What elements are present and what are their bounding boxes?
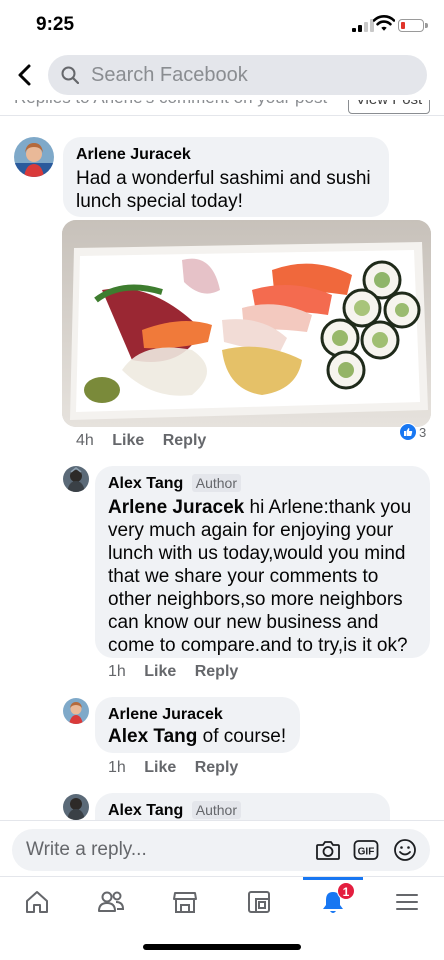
avatar[interactable] [63,466,89,492]
reply-field[interactable]: GIF [12,829,430,871]
comment-header: Alex Tang Author [108,801,241,820]
author-badge: Author [191,801,241,819]
notification-badge: 1 [337,882,355,900]
like-button[interactable]: Like [144,759,176,776]
like-reaction-icon [399,423,417,441]
tab-home[interactable] [7,877,67,927]
avatar[interactable] [14,137,54,177]
reply-input[interactable] [26,829,306,871]
comment-time: 1h [108,663,126,680]
view-post-button[interactable]: View Post [348,100,430,114]
comment-bubble[interactable]: Arlene Juracek Alex Tang of course! [95,697,300,753]
emoji-icon[interactable] [392,838,418,862]
signal-icon [352,19,374,32]
wifi-icon [373,15,395,31]
svg-text:GIF: GIF [358,847,375,858]
menu-icon [396,894,418,910]
comment-bubble[interactable]: Alex Tang Author Arlene Juracek hi Arlen… [95,466,430,658]
comment-author[interactable]: Alex Tang [108,802,183,819]
reply-composer: GIF [0,820,444,876]
comment-bubble[interactable]: Alex Tang Author [95,793,390,820]
reaction-summary[interactable]: 3 [399,422,426,442]
mention-link[interactable]: Arlene Juracek [108,497,244,518]
avatar[interactable] [63,698,89,724]
comment-text: Arlene Juracek hi Arlene:thank you very … [108,497,412,656]
comment-text: Alex Tang of course! [108,726,287,747]
reply-context-text: Replies to Arlene's comment on your post [14,100,327,108]
sushi-plate-photo [62,220,431,427]
gif-icon[interactable]: GIF [353,838,379,862]
search-bar[interactable] [48,55,427,95]
pages-icon [248,891,270,913]
marketplace-icon [173,892,197,913]
comment-time: 4h [76,432,94,449]
reply-button[interactable]: Reply [163,432,207,449]
comment-actions: 4h Like Reply [76,432,220,450]
comment-author[interactable]: Alex Tang [108,475,183,492]
comment-actions: 1h Like Reply [108,663,252,681]
tab-marketplace[interactable] [155,877,215,927]
author-badge: Author [191,474,241,492]
like-button[interactable]: Like [144,663,176,680]
tab-pages[interactable] [229,877,289,927]
home-indicator [143,944,301,950]
comment-bubble[interactable]: Arlene Juracek Had a wonderful sashimi a… [63,137,389,217]
camera-icon[interactable] [315,838,341,862]
reply-context-strip: Replies to Arlene's comment on your post… [0,100,444,116]
comment-author[interactable]: Arlene Juracek [108,706,223,724]
avatar-alex-icon [63,794,89,820]
reaction-count: 3 [419,424,427,440]
bottom-nav: 1 [0,876,444,926]
reply-button[interactable]: Reply [195,663,239,680]
home-icon [26,891,48,913]
avatar-arlene-icon [14,137,54,177]
battery-icon [398,19,428,32]
comment-photo[interactable] [62,220,431,427]
comment-actions: 1h Like Reply [108,759,252,777]
avatar-arlene-icon [63,698,89,724]
status-time: 9:25 [36,14,75,35]
avatar[interactable] [63,794,89,820]
status-bar: 9:25 [0,0,444,50]
search-input[interactable] [91,55,411,95]
tab-friends[interactable] [81,877,141,927]
mention-link[interactable]: Alex Tang [108,726,197,747]
like-button[interactable]: Like [112,432,144,449]
friends-icon [98,891,125,912]
search-icon [61,66,79,84]
reply-button[interactable]: Reply [195,759,239,776]
back-arrow-icon[interactable] [14,62,38,88]
search-header [0,50,444,100]
tab-notifications[interactable]: 1 [303,877,363,927]
tab-menu[interactable] [377,877,437,927]
comment-author[interactable]: Arlene Juracek [76,146,191,164]
comment-header: Alex Tang Author [108,474,241,493]
comment-text: Had a wonderful sashimi and sushi lunch … [76,168,371,212]
avatar-alex-icon [63,466,89,492]
comment-time: 1h [108,759,126,776]
